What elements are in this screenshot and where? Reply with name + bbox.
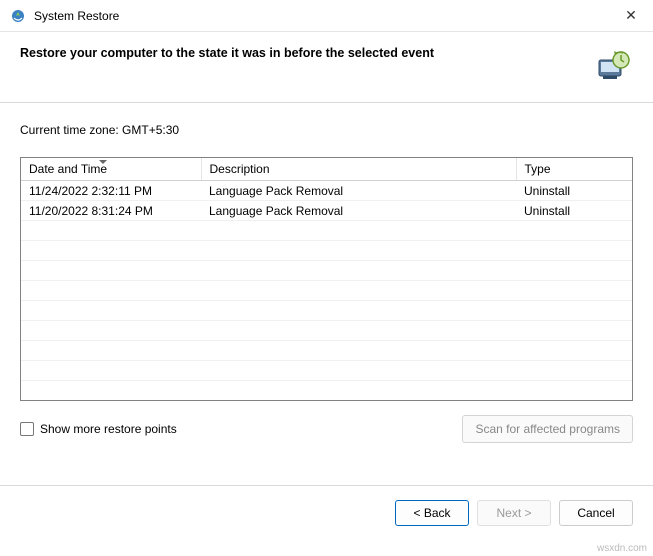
table-row-empty: . <box>21 261 632 281</box>
watermark: wsxdn.com <box>597 543 647 554</box>
table-row-empty: . <box>21 221 632 241</box>
cell-datetime: 11/20/2022 8:31:24 PM <box>21 201 201 221</box>
timezone-label: Current time zone: GMT+5:30 <box>20 123 633 137</box>
close-button[interactable]: ✕ <box>619 7 643 24</box>
table-row[interactable]: 11/20/2022 8:31:24 PM Language Pack Remo… <box>21 201 632 221</box>
cell-type: Uninstall <box>516 181 632 201</box>
checkbox-icon <box>20 422 34 436</box>
col-header-type[interactable]: Type <box>516 158 632 181</box>
table-row[interactable]: 11/24/2022 2:32:11 PM Language Pack Remo… <box>21 181 632 201</box>
cell-type: Uninstall <box>516 201 632 221</box>
scan-affected-button[interactable]: Scan for affected programs <box>462 415 633 443</box>
footer-buttons: < Back Next > Cancel <box>0 485 653 540</box>
restore-points-table[interactable]: Date and Time Description Type 11/24/202… <box>20 157 633 401</box>
show-more-checkbox[interactable]: Show more restore points <box>20 422 177 436</box>
cell-description: Language Pack Removal <box>201 201 516 221</box>
cell-datetime: 11/24/2022 2:32:11 PM <box>21 181 201 201</box>
col-header-description[interactable]: Description <box>201 158 516 181</box>
page-heading: Restore your computer to the state it wa… <box>20 46 593 60</box>
table-row-empty: . <box>21 341 632 361</box>
table-row-empty: . <box>21 361 632 381</box>
table-row-empty: . <box>21 321 632 341</box>
cell-description: Language Pack Removal <box>201 181 516 201</box>
restore-illustration-icon <box>593 46 633 86</box>
table-row-empty: . <box>21 281 632 301</box>
table-row-empty: . <box>21 241 632 261</box>
content-area: Current time zone: GMT+5:30 Date and Tim… <box>0 103 653 443</box>
window-title: System Restore <box>34 9 619 23</box>
col-header-datetime[interactable]: Date and Time <box>21 158 201 181</box>
header: Restore your computer to the state it wa… <box>0 32 653 103</box>
cancel-button[interactable]: Cancel <box>559 500 633 526</box>
system-restore-icon <box>10 8 26 24</box>
titlebar: System Restore ✕ <box>0 0 653 32</box>
table-row-empty: . <box>21 301 632 321</box>
table-row-empty: . <box>21 381 632 401</box>
back-button[interactable]: < Back <box>395 500 469 526</box>
show-more-label: Show more restore points <box>40 422 177 436</box>
below-table-row: Show more restore points Scan for affect… <box>20 415 633 443</box>
next-button[interactable]: Next > <box>477 500 551 526</box>
